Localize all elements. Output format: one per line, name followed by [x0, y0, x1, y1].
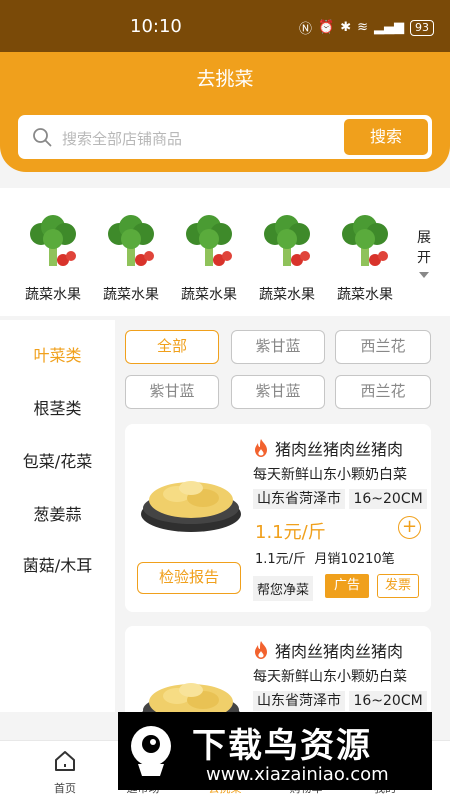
unit-price: 1.1元/斤 [255, 552, 307, 567]
origin-tag: 山东省菏泽市 [253, 489, 345, 509]
add-to-cart-button[interactable]: + [398, 516, 421, 539]
filter-chip-all[interactable]: 全部 [125, 330, 219, 364]
product-sales: 1.1元/斤 月销10210笔 [255, 548, 395, 567]
product-origin: 山东省菏泽市 16~20CM [253, 488, 427, 509]
watermark-title: 下载鸟资源 [192, 726, 372, 766]
filter-chip[interactable]: 紫甘蓝 [231, 375, 325, 409]
search-bar[interactable]: 搜索全部店铺商品 搜索 [18, 115, 432, 159]
monthly-sales: 月销10210笔 [314, 552, 395, 567]
category-item[interactable]: 蔬菜水果 [20, 212, 86, 304]
category-item[interactable]: 蔬菜水果 [332, 212, 398, 304]
bluetooth-icon: ✱ [340, 20, 352, 35]
category-label: 蔬菜水果 [181, 287, 237, 303]
product-origin: 山东省菏泽市 16~20CM [253, 690, 427, 711]
side-nav-item-leafy[interactable]: 叶菜类 [0, 342, 115, 366]
product-content: 全部 紫甘蓝 西兰花 紫甘蓝 紫甘蓝 西兰花 检验报告 猪肉丝猪肉丝猪肉 每天新… [115, 320, 450, 712]
product-card[interactable]: 检验报告 猪肉丝猪肉丝猪肉 每天新鲜山东小颗奶白菜 山东省菏泽市 16~20CM… [125, 424, 431, 612]
side-nav-item-root[interactable]: 根茎类 [0, 395, 115, 419]
watermark: 下载鸟资源 www.xiazainiao.com [118, 712, 432, 790]
broccoli-image [342, 215, 388, 266]
product-card[interactable]: 猪肉丝猪肉丝猪肉 每天新鲜山东小颗奶白菜 山东省菏泽市 16~20CM [125, 626, 431, 712]
filter-chip[interactable]: 西兰花 [335, 375, 431, 409]
size-tag: 16~20CM [349, 489, 427, 509]
battery-indicator: 93 [410, 19, 434, 36]
status-time: 10:10 [130, 16, 182, 37]
wifi-icon: ≋ [357, 20, 368, 35]
product-title: 猪肉丝猪肉丝猪肉 [253, 436, 403, 460]
category-label: 蔬菜水果 [25, 287, 81, 303]
product-title-text: 猪肉丝猪肉丝猪肉 [275, 440, 404, 459]
clean-service-tag: 帮您净菜 [253, 576, 314, 601]
bird-logo-icon [131, 726, 171, 776]
search-icon [33, 128, 52, 147]
alarm-icon: ⏰ [318, 20, 335, 35]
status-icons: Ⓝ ⏰ ✱ ≋ ▂▄▆ 93 [299, 18, 434, 37]
broccoli-image [264, 215, 310, 266]
home-icon [55, 751, 75, 771]
category-strip: 蔬菜水果 蔬菜水果 蔬菜水果 蔬菜水果 蔬菜水果 展开 [0, 188, 450, 316]
category-item[interactable]: 蔬菜水果 [98, 212, 164, 304]
product-subtitle: 每天新鲜山东小颗奶白菜 [253, 669, 407, 685]
ad-badge: 广告 [325, 574, 369, 598]
category-item[interactable]: 蔬菜水果 [176, 212, 242, 304]
product-price: 1.1元/斤 [255, 522, 326, 543]
inspection-report-button[interactable]: 检验报告 [137, 562, 241, 594]
fire-icon [255, 641, 267, 659]
size-tag: 16~20CM [349, 691, 427, 711]
broccoli-image [186, 215, 232, 266]
status-bar: 10:10 Ⓝ ⏰ ✱ ≋ ▂▄▆ 93 [0, 0, 450, 52]
expand-label: 展开 [417, 230, 431, 266]
search-button[interactable]: 搜索 [344, 119, 428, 155]
signal-icon: ▂▄▆ [374, 20, 404, 35]
product-image [141, 481, 241, 532]
filter-chip[interactable]: 紫甘蓝 [231, 330, 325, 364]
page-title: 去挑菜 [196, 68, 254, 90]
product-title: 猪肉丝猪肉丝猪肉 [253, 638, 403, 662]
watermark-url: www.xiazainiao.com [206, 764, 389, 785]
side-nav: 叶菜类 根茎类 包菜/花菜 葱姜蒜 菌菇/木耳 [0, 320, 115, 712]
search-input[interactable]: 搜索全部店铺商品 [62, 128, 182, 149]
side-nav-item-cabbage[interactable]: 包菜/花菜 [0, 448, 115, 472]
origin-tag: 山东省菏泽市 [253, 691, 345, 711]
header: 去挑菜 搜索全部店铺商品 搜索 [0, 52, 450, 172]
product-title-text: 猪肉丝猪肉丝猪肉 [275, 642, 404, 661]
invoice-badge: 发票 [377, 574, 419, 598]
tab-home[interactable]: 首页 [25, 749, 105, 796]
tab-label: 首页 [54, 782, 76, 795]
category-label: 蔬菜水果 [259, 287, 315, 303]
filter-chip[interactable]: 西兰花 [335, 330, 431, 364]
fire-icon [255, 439, 267, 457]
category-label: 蔬菜水果 [337, 287, 393, 303]
product-image [142, 683, 240, 712]
category-item[interactable]: 蔬菜水果 [254, 212, 320, 304]
side-nav-item-mushroom[interactable]: 菌菇/木耳 [0, 552, 115, 576]
side-nav-item-aromatics[interactable]: 葱姜蒜 [0, 501, 115, 525]
nfc-icon: Ⓝ [298, 22, 312, 37]
expand-button[interactable]: 展开 [414, 228, 434, 278]
broccoli-image [108, 215, 154, 266]
broccoli-image [30, 215, 76, 266]
product-subtitle: 每天新鲜山东小颗奶白菜 [253, 467, 407, 483]
category-label: 蔬菜水果 [103, 287, 159, 303]
chevron-down-icon [419, 272, 429, 278]
filter-chip[interactable]: 紫甘蓝 [125, 375, 219, 409]
